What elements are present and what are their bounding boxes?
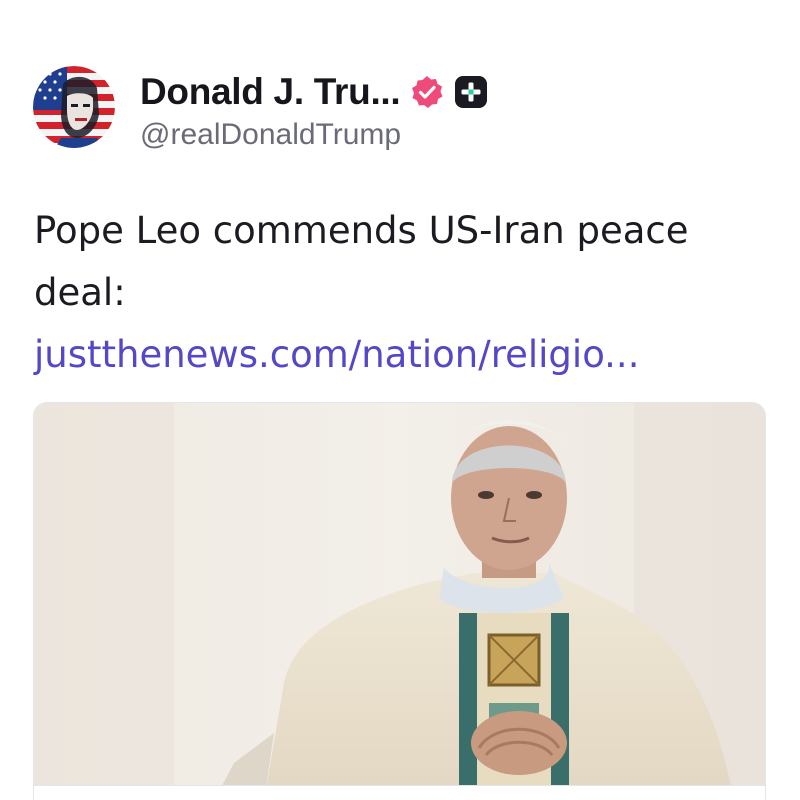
plus-badge-icon[interactable] (454, 75, 488, 109)
post-link[interactable]: justthenews.com/nation/religio... (34, 333, 639, 376)
verified-badge-icon (410, 75, 444, 109)
link-preview-footer (33, 785, 766, 800)
post-text: Pope Leo commends US-Iran peace deal: (34, 209, 689, 314)
post-card: Donald J. Tru... @realDonaldTrump Pope L… (0, 0, 800, 800)
post-body: Pope Leo commends US-Iran peace deal: ju… (34, 200, 734, 386)
link-preview-image[interactable] (33, 402, 766, 800)
author-handle[interactable]: @realDonaldTrump (140, 118, 401, 152)
photo-illustration (34, 403, 765, 800)
author-name-row: Donald J. Tru... (140, 70, 488, 114)
author-display-name[interactable]: Donald J. Tru... (140, 71, 401, 113)
author-avatar[interactable] (33, 66, 115, 148)
flag-portrait-avatar-icon (33, 66, 115, 148)
